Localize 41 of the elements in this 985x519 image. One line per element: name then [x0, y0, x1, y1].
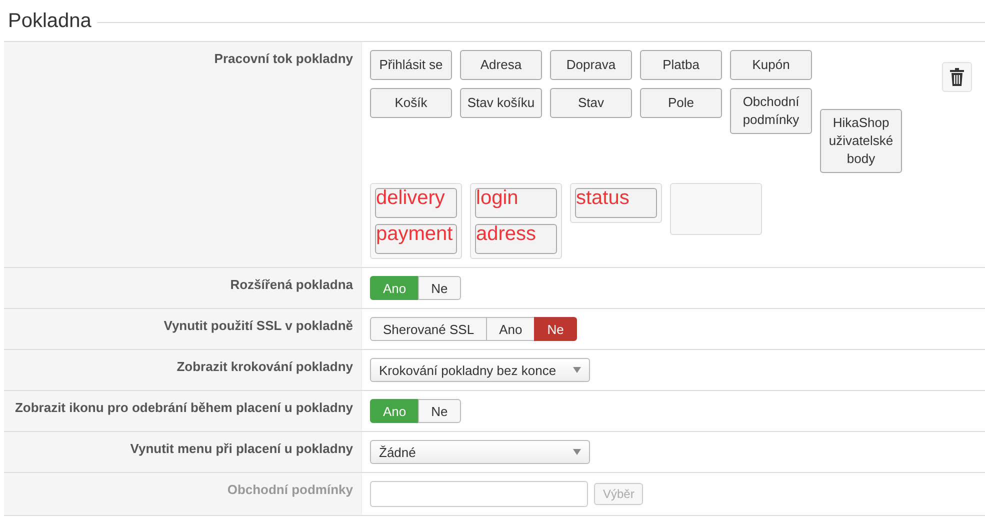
step-button[interactable]: Přihlásit se [370, 50, 452, 80]
step-button[interactable]: delivery [375, 188, 457, 218]
toggle-option[interactable]: Ne [418, 399, 461, 423]
step-button[interactable]: status [575, 188, 657, 218]
field-label: Vynutit použití SSL v pokladně [164, 318, 353, 333]
delete-button[interactable] [942, 62, 972, 92]
step-button[interactable]: adress [475, 224, 557, 254]
toggle-option[interactable]: Ne [534, 317, 577, 341]
step-button[interactable]: Stav košíku [460, 88, 542, 118]
toggle-option[interactable]: Sherované SSL [370, 317, 488, 341]
step-button[interactable]: Kupón [730, 50, 812, 80]
annotation-label: delivery [376, 187, 445, 210]
annotation-label: login [476, 187, 518, 210]
dropdown[interactable]: Žádné [370, 440, 590, 464]
field-label: Pracovní tok pokladny [214, 51, 353, 66]
caret-icon [573, 367, 581, 373]
step-button[interactable]: Adresa [460, 50, 542, 80]
step-button[interactable]: Stav [550, 88, 632, 118]
annotation-label: adress [476, 223, 536, 246]
step-button[interactable]: Košík [370, 88, 452, 118]
dropdown[interactable]: Krokování pokladny bez konce [370, 358, 590, 382]
caret-icon [573, 449, 581, 455]
step-button[interactable]: Obchodní podmínky [730, 88, 812, 134]
field-label: Zobrazit krokování pokladny [176, 359, 353, 374]
step-button[interactable]: Pole [640, 88, 722, 118]
field-label: Zobrazit ikonu pro odebrání během placení u pokladny [14, 400, 353, 415]
step-button[interactable]: Platba [640, 50, 722, 80]
annotation-label: status [576, 187, 630, 210]
section-title: Pokladna [8, 10, 92, 32]
field-label: Rozšířená pokladna [230, 277, 353, 292]
step-button[interactable]: Doprava [550, 50, 632, 80]
step-button[interactable]: HikaShop uživatelské body [820, 109, 902, 173]
field-label: Vynutit menu při placení u pokladny [130, 441, 353, 456]
toggle-option[interactable]: Ano [486, 317, 536, 341]
annotation-label: payment [376, 223, 453, 246]
input-field[interactable] [370, 481, 588, 507]
trash-icon [950, 68, 964, 86]
step-button[interactable]: login [475, 188, 557, 218]
step-button[interactable]: payment [375, 224, 457, 254]
field-label: Obchodní podmínky [227, 482, 353, 497]
toggle-option[interactable]: Ne [418, 276, 461, 300]
